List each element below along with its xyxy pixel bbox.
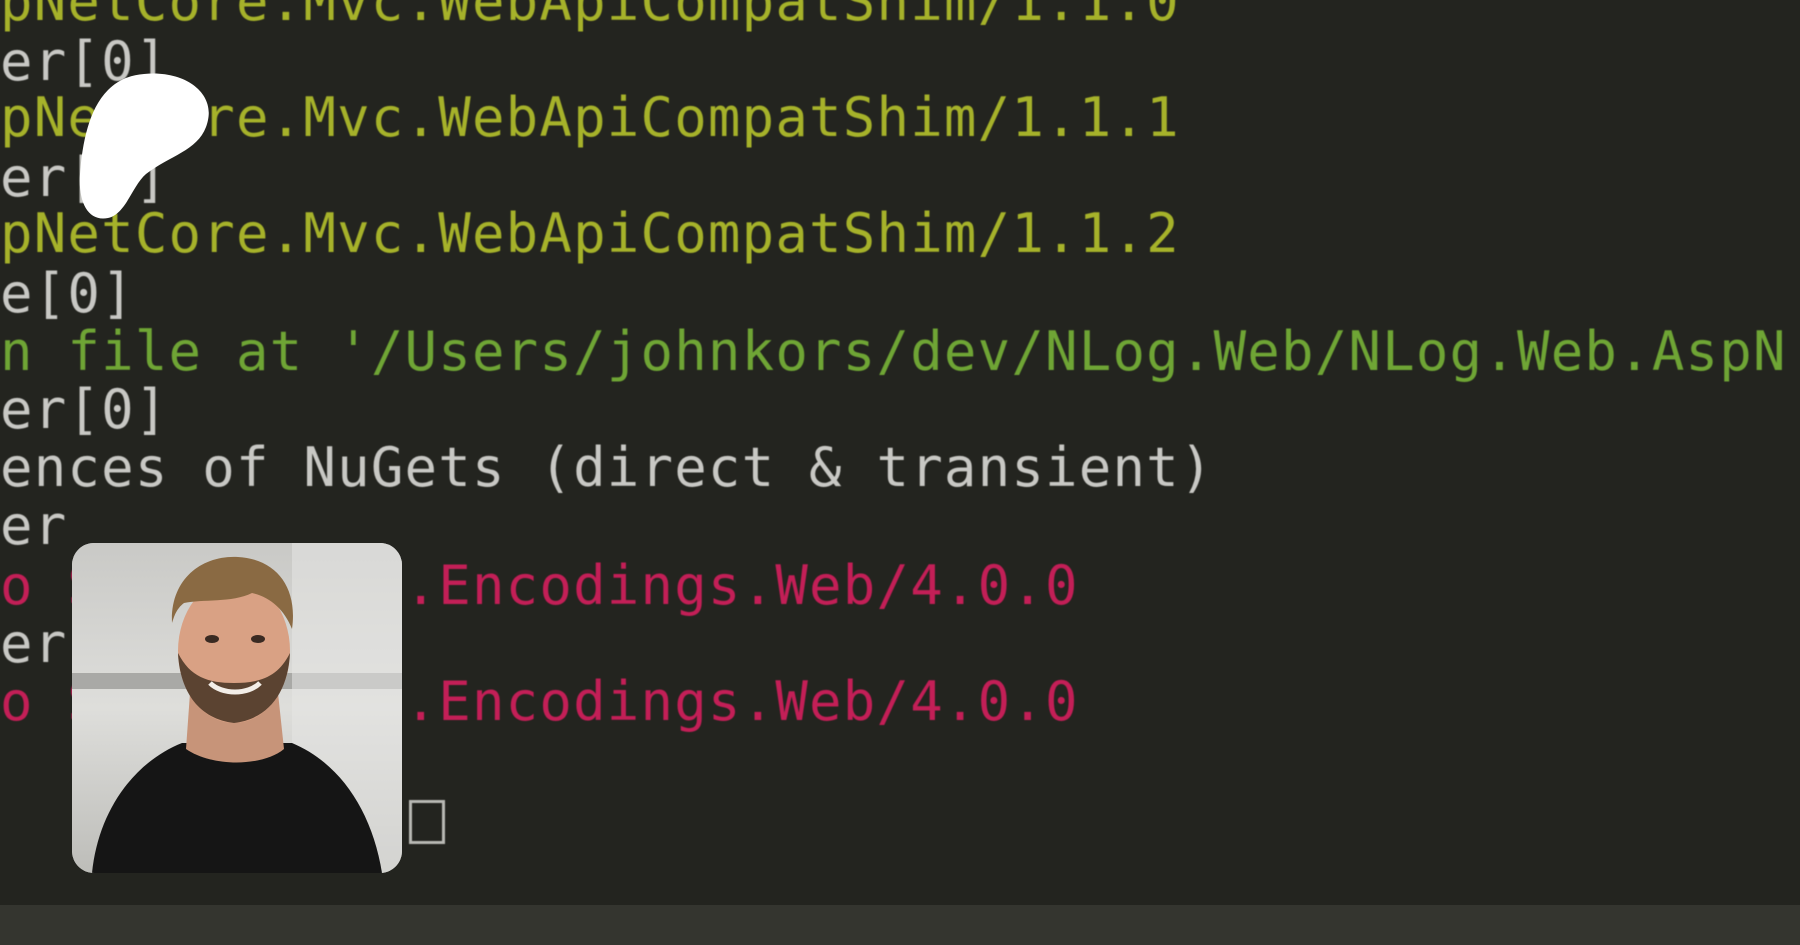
terminal-line: pNetCore.Mvc.WebApiCompatShim/1.1.0 xyxy=(0,0,1180,33)
terminal-line: e[0] xyxy=(0,262,135,325)
terminal-line: er xyxy=(0,494,68,557)
avatar xyxy=(72,543,402,873)
terminal-line: ences of NuGets (direct & transient) xyxy=(0,436,1214,499)
terminal-line: er[0] xyxy=(0,378,169,441)
presenter-photo xyxy=(72,543,402,873)
terminal-line: er xyxy=(0,612,68,675)
text-cursor[interactable] xyxy=(408,800,445,844)
terminal-line: n file at '/Users/johnkors/dev/NLog.Web/… xyxy=(0,320,1787,383)
brand-logo-icon xyxy=(79,73,209,219)
status-bar xyxy=(0,905,1800,945)
